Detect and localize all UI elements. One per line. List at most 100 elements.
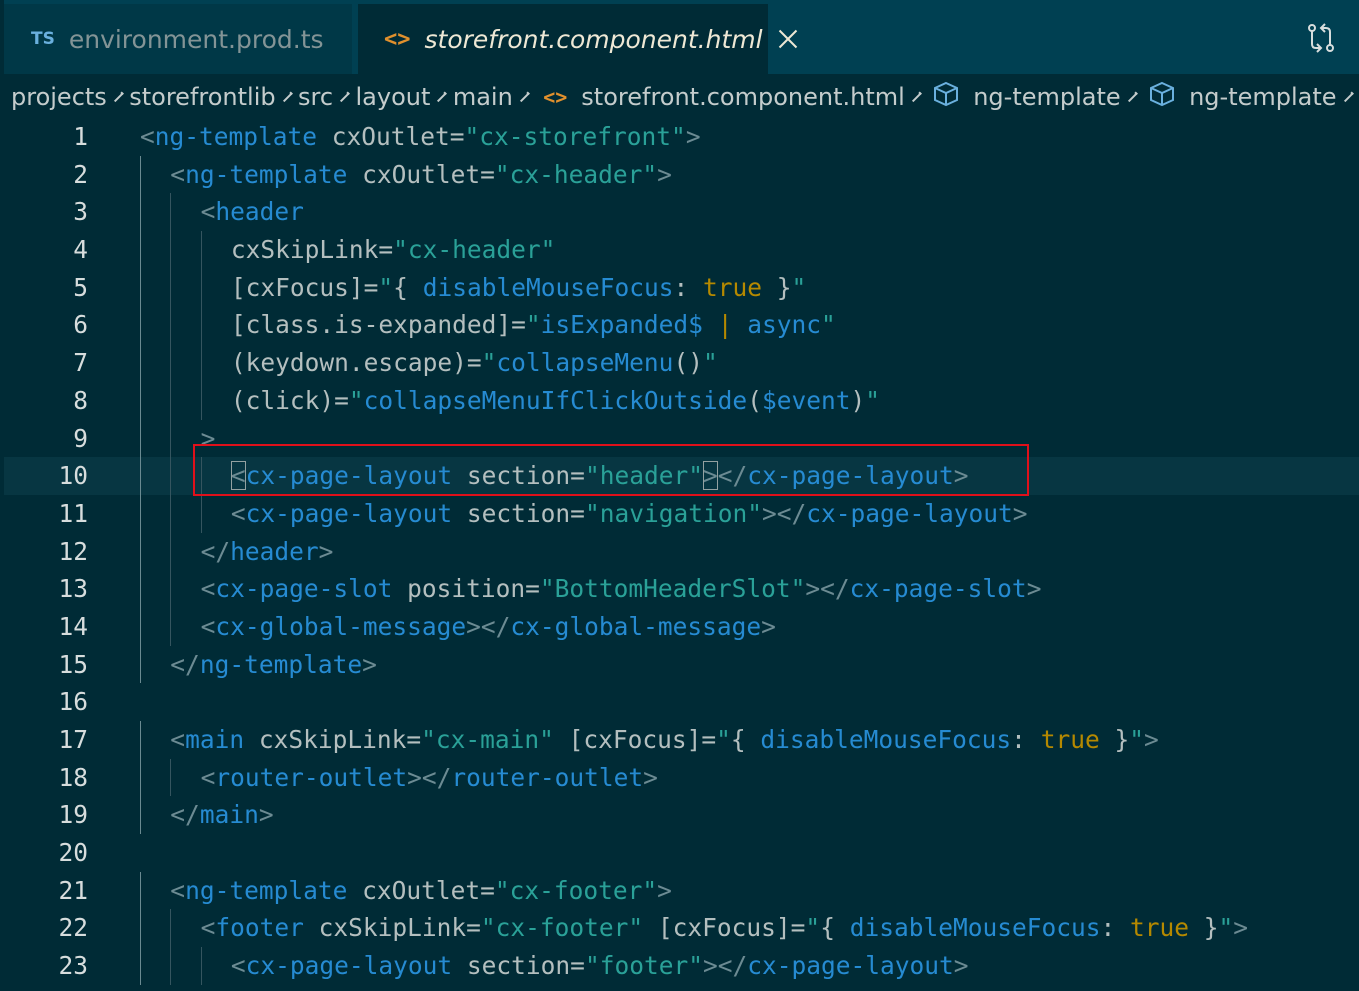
code-token: > (657, 159, 672, 189)
code-line[interactable]: 19 </main> (4, 796, 1359, 835)
code-line[interactable]: 13 <cx-page-slot position="BottomHeaderSl… (4, 570, 1359, 608)
code-text: <router-outlet></router-outlet> (201, 759, 658, 797)
breadcrumb-label: main (452, 83, 513, 111)
indent-guide (200, 494, 202, 533)
code-token: < (170, 875, 186, 905)
breadcrumb-item[interactable]: projects (11, 83, 107, 111)
code-line[interactable]: 11 <cx-page-layout section="navigation"><… (4, 494, 1359, 533)
code-text: <ng-template cxOutlet="cx-storefront"> (140, 118, 701, 156)
line-number: 1 (73, 122, 88, 151)
tab-environment-prod[interactable]: TS environment.prod.ts (4, 4, 352, 74)
chevron-right-icon (1342, 91, 1354, 103)
code-token: " (1218, 913, 1234, 943)
indent-guide (140, 758, 141, 797)
code-line[interactable]: 16 (4, 683, 1359, 721)
code-token: ng-template (185, 875, 348, 905)
code-token: [cxFocus]= (230, 272, 379, 302)
code-line[interactable]: 3 <header (4, 193, 1359, 232)
code-token: > (318, 536, 334, 566)
code-text: cxSkipLink="cx-header" (231, 231, 556, 269)
line-number: 15 (58, 649, 88, 679)
breadcrumb: projects storefrontlib src layout main <> stor… (4, 74, 1359, 120)
code-token: disableMouseFocus (849, 913, 1101, 943)
code-line[interactable]: 15 </ng-template> (4, 645, 1359, 684)
code-token: > (258, 800, 274, 830)
code-token: < (170, 725, 186, 754)
code-token: " (378, 272, 394, 302)
code-token: "BottomHeaderSlot" (539, 574, 806, 604)
code-token: cx-global-message (510, 611, 762, 641)
code-line[interactable]: 12 </header> (4, 532, 1359, 571)
code-token: "navigation" (584, 498, 762, 528)
line-number: 5 (73, 272, 88, 302)
indent-guide (140, 457, 141, 495)
code-token: router-outlet (451, 762, 644, 792)
code-line[interactable]: 4 cxSkipLink="cx-header" (4, 231, 1359, 269)
indent-guide (170, 231, 172, 269)
indent-guide (140, 532, 141, 571)
code-token: ( (747, 385, 762, 415)
indent-guide (170, 268, 172, 307)
indent-guide (140, 947, 141, 985)
code-line[interactable]: 18 <router-outlet></router-outlet> (4, 758, 1359, 797)
breadcrumb-item[interactable]: src (298, 83, 333, 111)
tab-storefront-component[interactable]: <> storefront.component.html (358, 4, 768, 74)
code-text: <footer cxSkipLink="cx-footer" [cxFocus]… (201, 909, 1248, 947)
code-line[interactable]: 21 <ng-template cxOutlet="cx-footer"> (4, 871, 1359, 910)
indent-guide (140, 231, 141, 269)
code-token: position= (392, 574, 540, 604)
code-token: "cx-footer" (480, 913, 644, 943)
line-number: 22 (58, 913, 88, 943)
line-number: 23 (58, 951, 88, 981)
code-token: < (200, 197, 216, 227)
code-token: "footer" (584, 951, 703, 981)
cube-icon (1149, 81, 1175, 113)
breadcrumb-item[interactable]: storefrontlib (129, 83, 275, 111)
code-token: disableMouseFocus (760, 725, 1012, 754)
indent-guide (140, 306, 141, 345)
indent-guide (140, 645, 141, 684)
indent-guide (170, 193, 172, 232)
breadcrumb-item[interactable]: main (453, 83, 513, 111)
code-line[interactable]: 6 [class.is-expanded]="isExpanded$ | asyn… (4, 306, 1359, 345)
code-token: < (200, 913, 216, 943)
code-line[interactable]: 5 [cxFocus]="{ disableMouseFocus: true }" (4, 268, 1359, 307)
compare-changes-icon[interactable] (1305, 22, 1337, 54)
code-token: : (673, 272, 703, 302)
line-number: 16 (58, 687, 88, 717)
code-line[interactable]: 17 <main cxSkipLink="cx-main" [cxFocus]="… (4, 721, 1359, 759)
code-line[interactable]: 7 (keydown.escape)="collapseMenu()" (4, 344, 1359, 382)
code-line[interactable]: 20 (4, 834, 1359, 872)
code-token: " (821, 310, 836, 340)
code-line[interactable]: 23 <cx-page-layout section="footer"></cx-… (4, 947, 1359, 985)
code-token: ></ (805, 574, 850, 604)
breadcrumb-label: projects (11, 83, 107, 111)
code-token: > (1026, 574, 1042, 604)
indent-guide (140, 570, 141, 608)
breadcrumb-item[interactable]: layout (356, 83, 431, 111)
code-text: </ng-template> (170, 646, 377, 684)
line-number: 9 (73, 423, 88, 453)
indent-guide (170, 381, 172, 420)
code-text: (keydown.escape)="collapseMenu()" (231, 344, 718, 382)
code-editor[interactable]: 1 <ng-template cxOutlet="cx-storefront"> 2… (4, 118, 1359, 985)
code-line[interactable]: 14 <cx-global-message></cx-global-message… (4, 607, 1359, 646)
code-line[interactable]: 22 <footer cxSkipLink="cx-footer" [cxFocu… (4, 909, 1359, 948)
code-text: (click)="collapseMenuIfClickOutside($eve… (231, 382, 880, 420)
code-token: " (805, 913, 821, 943)
code-token: cx-page-layout (806, 498, 1013, 528)
breadcrumb-item[interactable]: ng-template (1143, 81, 1337, 113)
tab-label: storefront.component.html (424, 24, 763, 54)
tab-label: environment.prod.ts (68, 24, 324, 54)
code-token: cxSkipLink= (230, 235, 394, 265)
code-line[interactable]: 1 <ng-template cxOutlet="cx-storefront"> (4, 118, 1359, 156)
breadcrumb-item[interactable]: <> storefront.component.html (535, 83, 905, 111)
code-token: ></ (761, 498, 807, 528)
indent-guide (170, 306, 172, 345)
code-line[interactable]: 8 (click)="collapseMenuIfClickOutside($ev… (4, 381, 1359, 420)
breadcrumb-item[interactable]: ng-template (927, 81, 1121, 113)
code-line[interactable]: 2 <ng-template cxOutlet="cx-header"> (4, 155, 1359, 194)
code-token: " (481, 348, 497, 378)
indent-guide (140, 494, 141, 533)
code-token: (keydown.escape)= (230, 348, 482, 378)
